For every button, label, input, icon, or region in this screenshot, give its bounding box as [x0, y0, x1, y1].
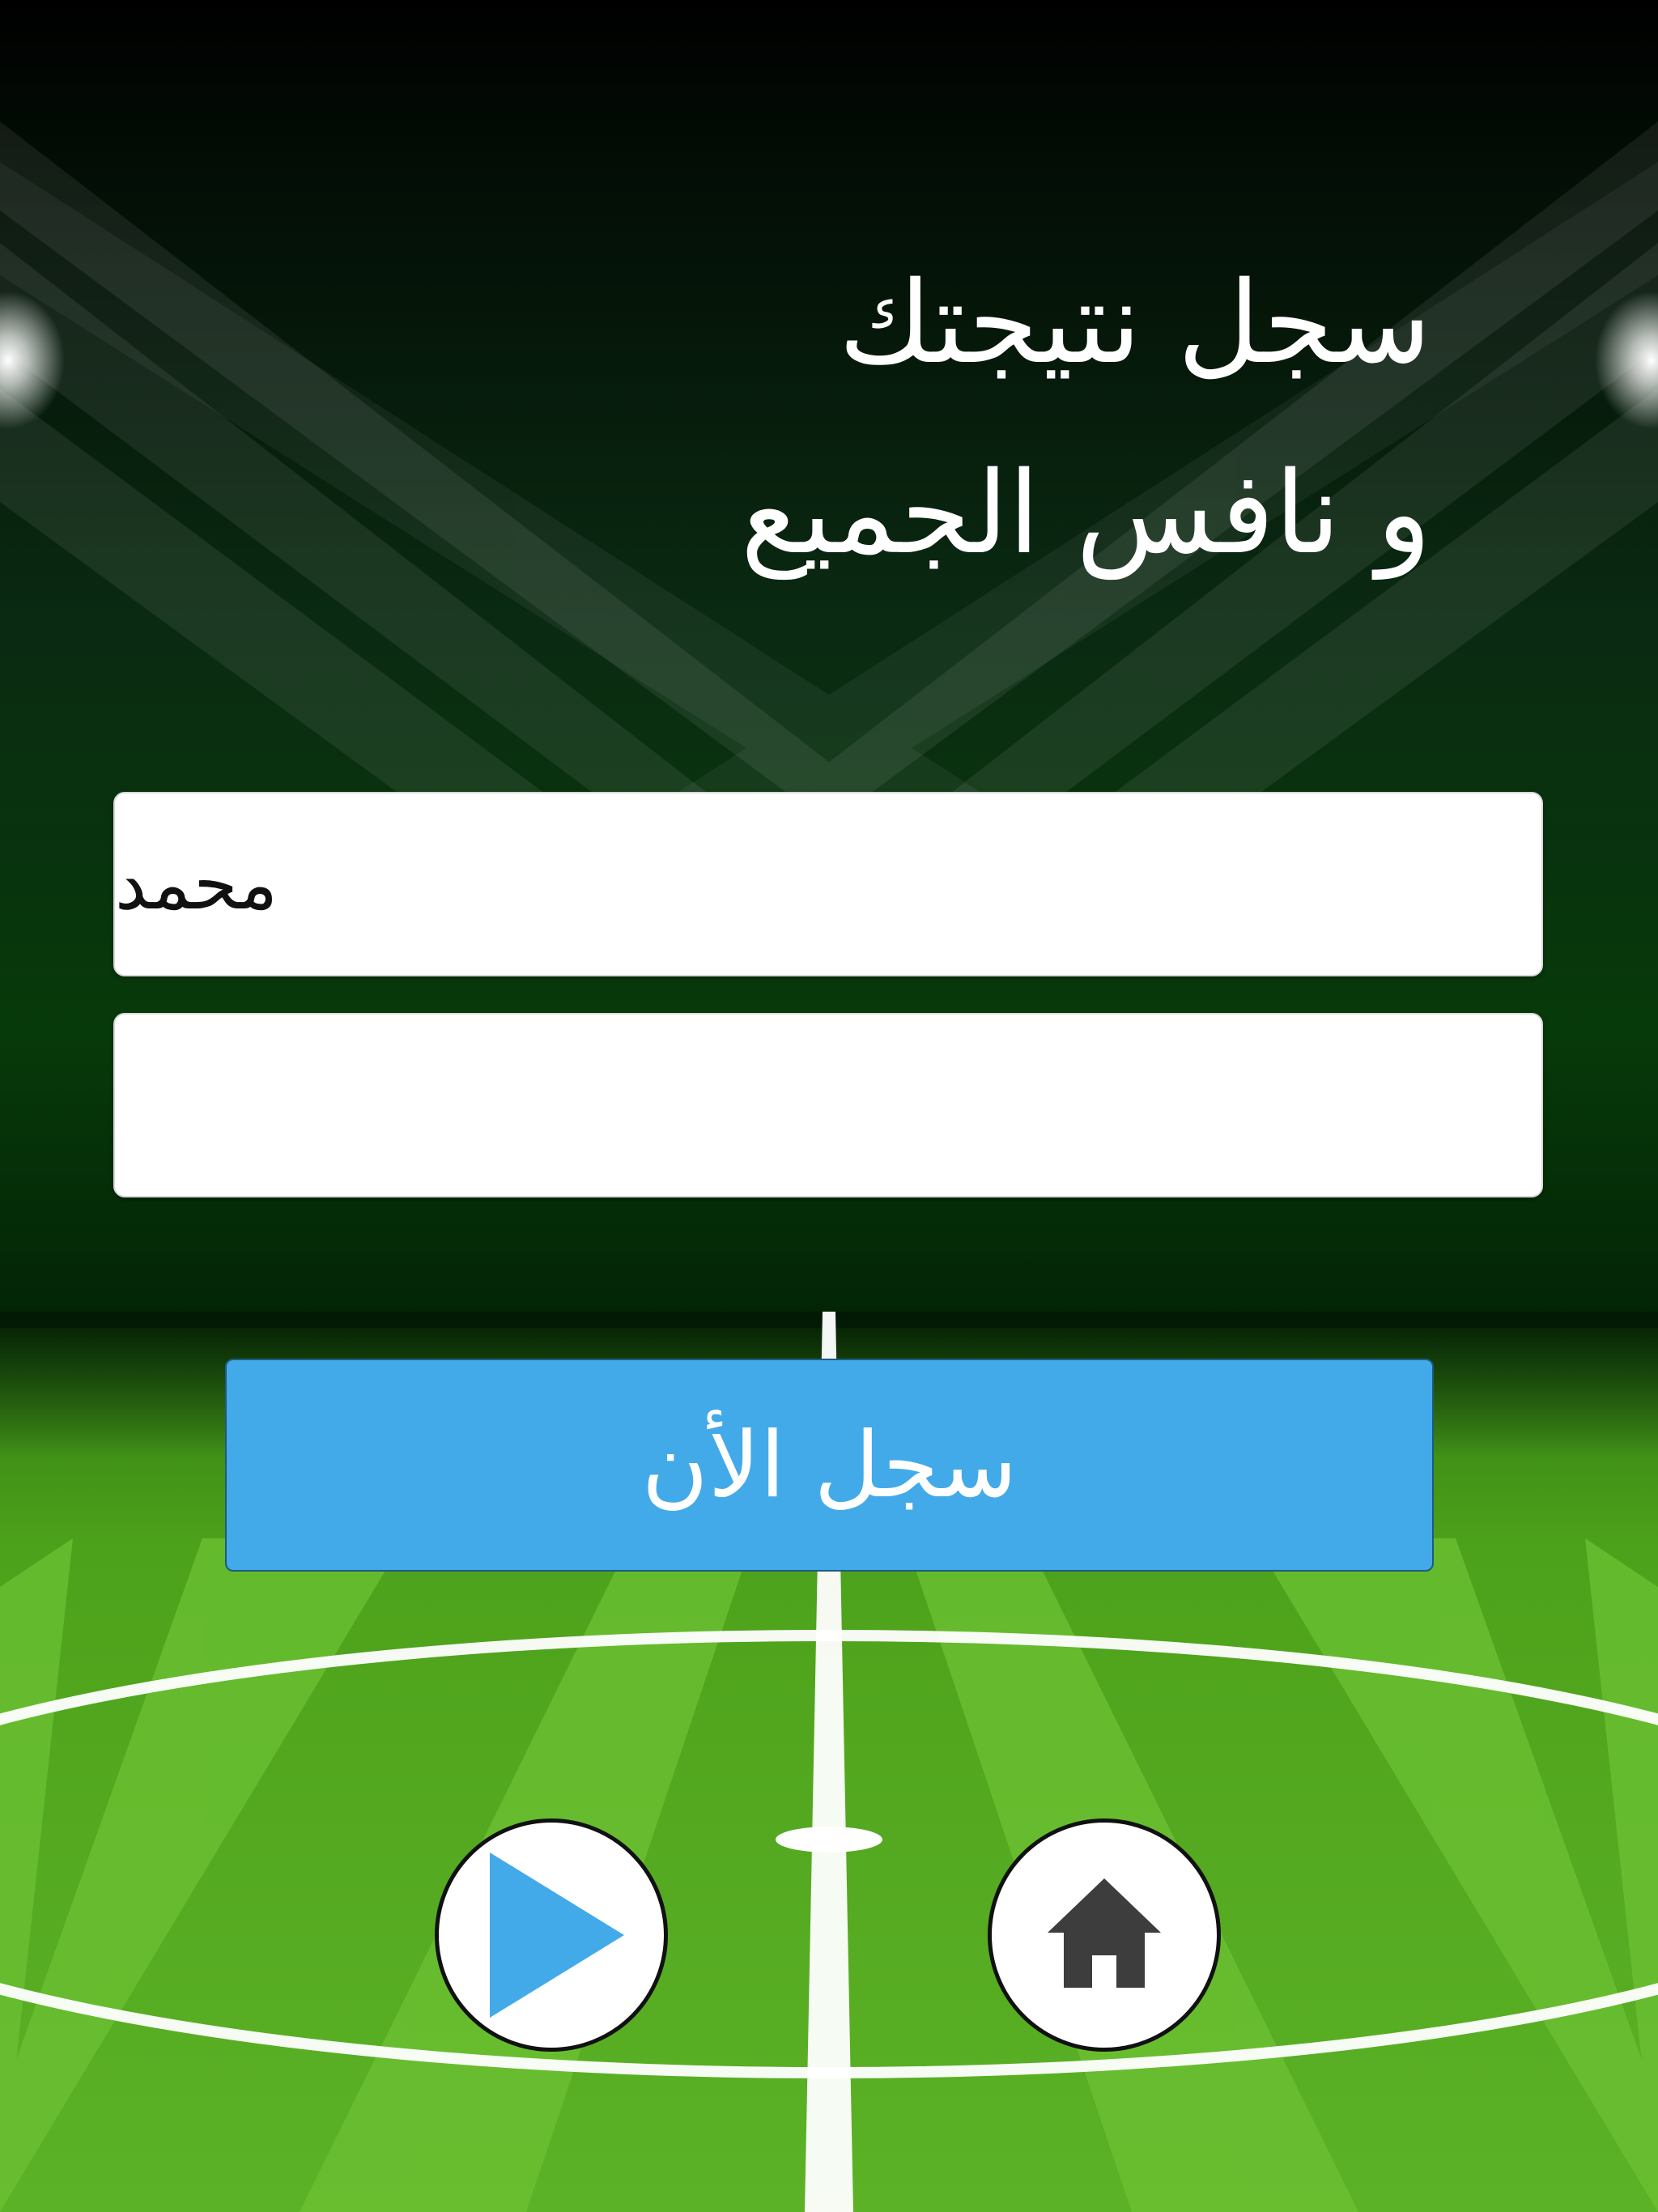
game-screen: سجل نتيجتك و نافس الجميع محمد سجل الأن [0, 0, 1658, 2212]
name-input[interactable]: محمد [113, 792, 1543, 976]
register-now-button[interactable]: سجل الأن [225, 1359, 1434, 1572]
headline-line-1: سجل نتيجتك [838, 257, 1431, 389]
play-button[interactable] [435, 1819, 668, 2052]
second-input[interactable] [113, 1013, 1543, 1197]
play-icon [490, 1853, 624, 2018]
home-icon [1048, 1878, 1161, 1988]
name-input-value: محمد [115, 842, 278, 925]
headline-line-2: و نافس الجميع [740, 448, 1431, 580]
register-now-label: سجل الأن [641, 1412, 1018, 1518]
home-button[interactable] [988, 1819, 1221, 2052]
